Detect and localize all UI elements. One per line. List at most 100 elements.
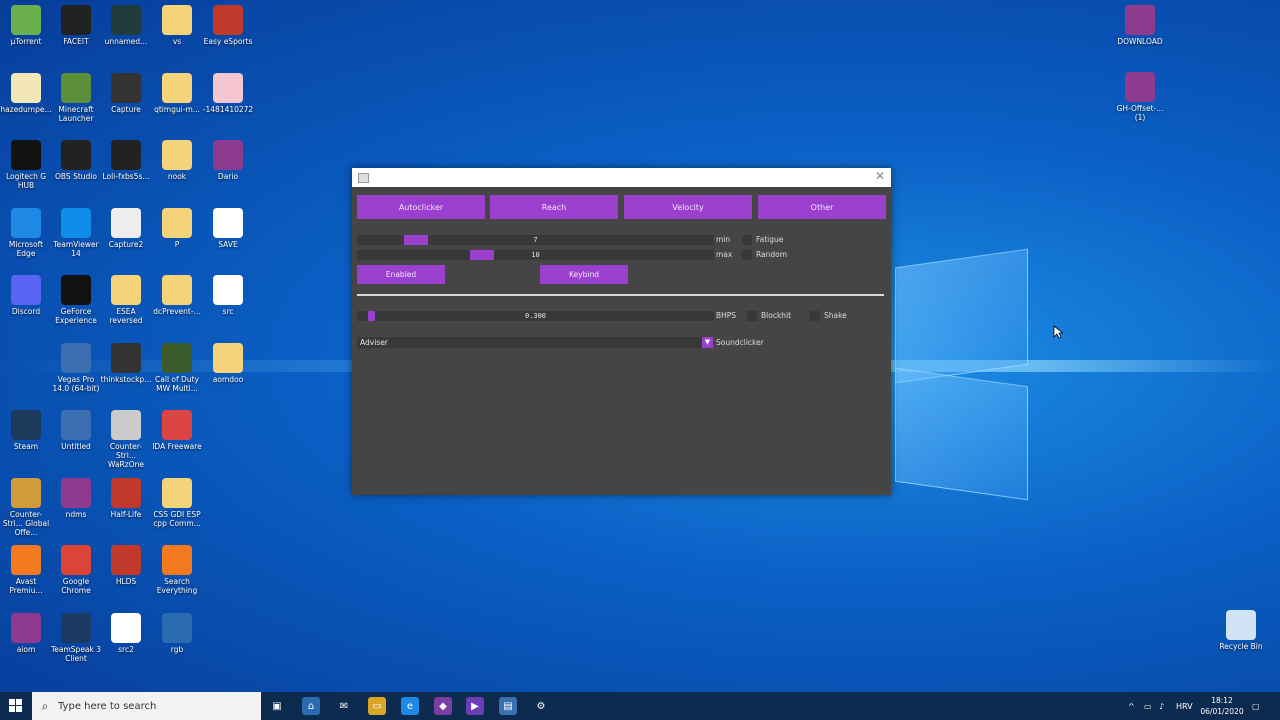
desktop-shortcut[interactable]: dcPrevent-... xyxy=(151,275,203,316)
desktop-shortcut[interactable]: ESEA reversed xyxy=(100,275,152,325)
notification-icon[interactable]: ▢ xyxy=(1252,692,1260,720)
tab-reach[interactable]: Reach xyxy=(490,195,618,219)
visual-studio-icon[interactable]: ▶ xyxy=(466,697,484,715)
window-app-icon[interactable]: ▤ xyxy=(499,697,517,715)
section-divider xyxy=(357,294,884,296)
desktop-shortcut[interactable]: Steam xyxy=(0,410,52,451)
desktop-shortcut[interactable] xyxy=(0,343,52,375)
edge-icon[interactable]: e xyxy=(401,697,419,715)
logitech-icon xyxy=(11,140,41,170)
desktop-shortcut[interactable]: Capture2 xyxy=(100,207,152,249)
desktop-shortcut[interactable]: src2 xyxy=(100,612,152,654)
edge-icon xyxy=(11,207,41,238)
desktop-shortcut-label: ESEA reversed xyxy=(109,307,143,325)
folder-icon xyxy=(111,275,141,305)
desktop-shortcut-label: Vegas Pro 14.0 (64-bit) xyxy=(52,374,100,393)
min-cps-slider[interactable]: 7 xyxy=(357,235,714,245)
tab-velocity[interactable]: Velocity xyxy=(624,195,752,219)
desktop-shortcut[interactable]: src xyxy=(202,275,254,316)
mail-icon[interactable]: ✉ xyxy=(335,697,353,715)
desktop-shortcut[interactable]: qtimgui-m... xyxy=(151,72,203,114)
taskbar-search-box[interactable]: ⌕ Type here to search xyxy=(32,692,261,720)
desktop-shortcut[interactable]: ndms xyxy=(50,477,102,519)
close-icon[interactable]: ✕ xyxy=(875,169,885,183)
sound-profile-dropdown[interactable]: Adviser xyxy=(357,337,713,348)
desktop-shortcut[interactable]: Loli-fxbs5s... xyxy=(100,140,152,181)
desktop-shortcut[interactable]: SAVE xyxy=(202,207,254,249)
desktop-shortcut[interactable]: rgb xyxy=(151,612,203,654)
desktop-shortcut[interactable]: FACEIT xyxy=(50,5,102,46)
desktop-shortcut[interactable]: Capture xyxy=(100,72,152,114)
desktop-shortcut[interactable]: vs xyxy=(151,5,203,46)
desktop-shortcut-label: GeForce Experience xyxy=(55,307,97,325)
desktop-shortcut[interactable]: HLDS xyxy=(100,545,152,586)
desktop-shortcut-label: Counter-Stri... WaRzOne xyxy=(108,442,144,469)
desktop-shortcut[interactable]: hazedumpe... xyxy=(0,72,52,114)
clock[interactable]: 18:12 06/01/2020 xyxy=(1200,695,1244,717)
desktop-shortcut[interactable]: aomdoo xyxy=(202,342,254,384)
desktop-shortcut-label: DOWNLOAD xyxy=(1117,37,1163,46)
start-button[interactable] xyxy=(0,692,32,720)
random-checkbox[interactable] xyxy=(742,250,752,260)
desktop-shortcut[interactable]: unnamed... xyxy=(100,5,152,46)
keybind-button[interactable]: Keybind xyxy=(540,265,628,284)
wallpaper-logo-pane xyxy=(895,248,1028,384)
desktop-shortcut[interactable]: TeamViewer 14 xyxy=(50,207,102,258)
desktop-shortcut[interactable]: DOWNLOAD xyxy=(1114,5,1166,46)
tray-chevron-icon[interactable]: ^ xyxy=(1128,692,1135,720)
max-cps-slider[interactable]: 10 xyxy=(357,250,714,260)
bhps-slider[interactable]: 0.300 xyxy=(357,311,714,321)
desktop-shortcut[interactable]: Untitled xyxy=(50,410,102,451)
desktop-shortcut[interactable]: P xyxy=(151,207,203,249)
desktop-shortcut[interactable]: Minecraft Launcher xyxy=(50,72,102,123)
task-view-icon[interactable]: ▣ xyxy=(268,697,286,715)
settings-icon[interactable]: ⚙ xyxy=(532,697,550,715)
desktop-shortcut[interactable]: GeForce Experience xyxy=(50,275,102,325)
desktop-shortcut-label: src2 xyxy=(118,644,134,654)
file-explorer-icon[interactable]: ▭ xyxy=(368,697,386,715)
shake-checkbox[interactable] xyxy=(810,311,820,321)
desktop-shortcut[interactable]: Discord xyxy=(0,275,52,316)
recycle-bin-icon xyxy=(1226,610,1256,640)
desktop-shortcut[interactable]: OBS Studio xyxy=(50,140,102,181)
desktop-shortcut-label: Google Chrome xyxy=(61,577,91,595)
language-indicator[interactable]: HRV xyxy=(1176,692,1193,720)
desktop-shortcut[interactable]: GH-Offset-... (1) xyxy=(1114,72,1166,122)
desktop-shortcut[interactable]: Easy eSports xyxy=(202,5,254,46)
tab-other[interactable]: Other xyxy=(758,195,886,219)
desktop-shortcut[interactable]: thinkstockp... xyxy=(100,342,152,384)
ida-icon xyxy=(162,410,192,440)
app-window-icon xyxy=(358,173,369,183)
desktop-shortcut[interactable]: Dario xyxy=(202,140,254,181)
desktop-shortcut[interactable]: Half-Life xyxy=(100,477,152,519)
desktop-shortcut[interactable]: µTorrent xyxy=(0,5,52,46)
desktop-shortcut[interactable]: Logitech G HUB xyxy=(0,140,52,190)
enabled-button[interactable]: Enabled xyxy=(357,265,445,284)
window-titlebar[interactable]: ✕ xyxy=(352,168,891,187)
desktop-shortcut[interactable]: Counter-Stri... Global Offe... xyxy=(0,477,52,537)
desktop-shortcut[interactable]: IDA Freeware xyxy=(151,410,203,451)
desktop-shortcut[interactable]: Recycle Bin xyxy=(1215,610,1267,651)
desktop-shortcut[interactable]: Avast Premiu... xyxy=(0,545,52,595)
dropdown-arrow-icon[interactable]: ▼ xyxy=(702,337,713,348)
blockhit-checkbox[interactable] xyxy=(747,311,757,321)
desktop-shortcut[interactable]: -1481410272 xyxy=(202,72,254,114)
app-icon[interactable]: ◆ xyxy=(434,697,452,715)
desktop-shortcut-label: Microsoft Edge xyxy=(8,239,44,258)
desktop-shortcut[interactable]: aiom xyxy=(0,612,52,654)
desktop-shortcut[interactable]: Call of Duty MW Multi... xyxy=(151,342,203,393)
desktop-shortcut-label: unnamed... xyxy=(104,37,148,46)
desktop-shortcut[interactable]: Counter-Stri... WaRzOne xyxy=(100,410,152,469)
volume-icon[interactable]: ♪ xyxy=(1159,692,1164,720)
store-icon[interactable]: ⌂ xyxy=(302,697,320,715)
desktop-shortcut[interactable]: Google Chrome xyxy=(50,545,102,595)
desktop-shortcut[interactable]: CSS GDI ESP cpp Comm... xyxy=(151,477,203,528)
tab-autoclicker[interactable]: Autoclicker xyxy=(357,195,485,219)
desktop-shortcut[interactable]: nook xyxy=(151,140,203,181)
desktop-shortcut[interactable]: Search Everything xyxy=(151,545,203,595)
desktop-shortcut[interactable]: Vegas Pro 14.0 (64-bit) xyxy=(50,342,102,393)
desktop-shortcut[interactable]: TeamSpeak 3 Client xyxy=(50,612,102,663)
fatigue-checkbox[interactable] xyxy=(742,235,752,245)
network-icon[interactable]: ▭ xyxy=(1144,692,1152,720)
desktop-shortcut[interactable]: Microsoft Edge xyxy=(0,207,52,258)
